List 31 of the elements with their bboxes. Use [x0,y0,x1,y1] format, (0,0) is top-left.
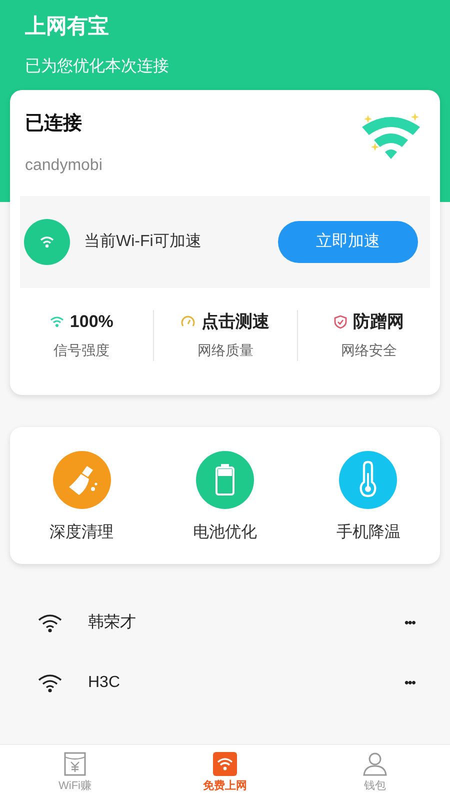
subtitle: 已为您优化本次连接 [25,56,169,77]
more-button[interactable]: ••• [404,613,415,633]
shield-icon [334,315,347,329]
wifi-icon [213,752,237,776]
thermometer-icon [339,451,398,509]
tool-label[interactable]: 电池优化 [192,521,257,545]
broom-icon [52,451,111,509]
network-name[interactable]: 韩荣才 [88,611,136,635]
wifi-signal-icon [37,613,63,633]
wifi-badge-icon [24,219,70,265]
stat-label: 信号强度 [54,341,110,360]
tool-label[interactable]: 深度清理 [50,521,114,545]
more-button[interactable]: ••• [404,673,415,693]
stat-value[interactable]: 点击测速 [201,310,270,334]
network-name[interactable]: H3C [88,671,120,695]
stat-label: 网络安全 [340,341,397,360]
signal-icon [50,316,64,328]
app-title: 上网有宝 [25,14,109,40]
wifi-signal-icon [37,673,63,693]
envelope-icon [64,752,86,776]
connection-status: 已连接 [25,112,82,136]
gauge-icon [181,315,196,329]
wifi-icon [360,113,422,161]
stat-value: 100% [70,311,114,333]
stat-label: 网络质量 [197,341,254,360]
network-name: candymobi [25,156,102,176]
tool-label[interactable]: 手机降温 [336,521,400,545]
stat-value: 防蹭网 [352,311,404,333]
user-icon [362,752,388,776]
boost-message: 当前Wi-Fi可加速 [84,232,202,252]
battery-icon [196,451,254,509]
